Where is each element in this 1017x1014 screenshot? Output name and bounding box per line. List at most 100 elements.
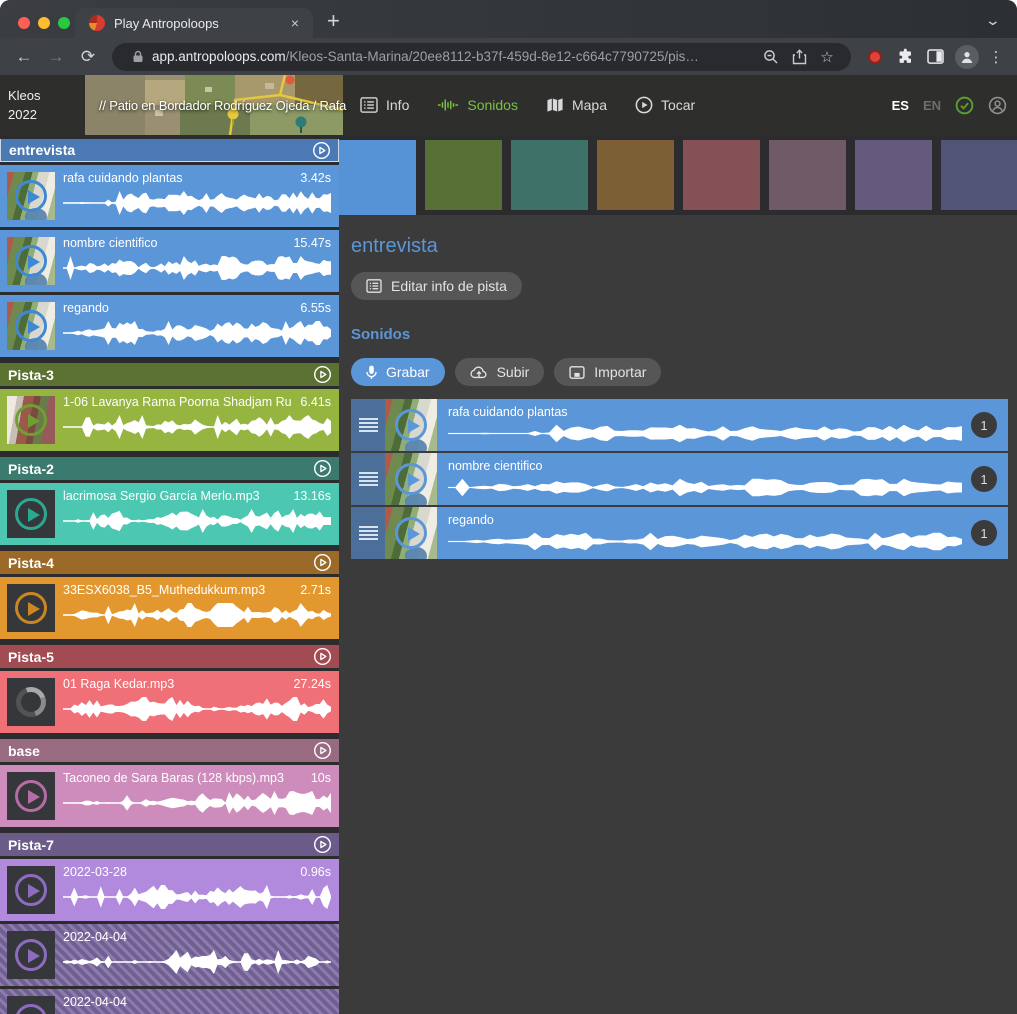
play-icon[interactable] [15,874,47,906]
track-header[interactable]: Pista-7 [0,833,339,856]
profile-avatar-icon[interactable] [955,45,979,69]
play-icon[interactable] [15,245,47,277]
play-icon[interactable] [15,310,47,342]
track-tab[interactable] [769,140,846,210]
audio-clip[interactable]: nombre cientifico15.47s [0,230,339,292]
track-header[interactable]: entrevista [0,139,339,162]
recording-extension-icon[interactable] [868,50,882,64]
play-icon[interactable] [15,780,47,812]
track-tab-entrevista[interactable] [339,140,416,215]
upload-button[interactable]: Subir [455,358,545,386]
play-track-icon[interactable] [313,647,332,666]
audio-clip[interactable]: 33ESX6038_B5_Muthedukkum.mp32.71s [0,577,339,639]
play-track-icon[interactable] [313,365,332,384]
close-window-button[interactable] [18,17,30,29]
audio-clip[interactable]: Taconeo de Sara Baras (128 kbps).mp310s [0,765,339,827]
lang-es[interactable]: ES [892,98,909,113]
account-icon[interactable] [988,96,1007,115]
clip-duration: 0.96s [300,865,331,879]
play-icon[interactable] [15,498,47,530]
audio-clip[interactable]: 01 Raga Kedar.mp327.24s [0,671,339,733]
audio-clip[interactable]: 2022-04-04 [0,924,339,986]
waveform [448,532,962,551]
back-button[interactable]: ← [10,47,38,67]
play-icon[interactable] [15,404,47,436]
nav-sonidos[interactable]: Sonidos [437,97,518,113]
zoom-window-button[interactable] [58,17,70,29]
sound-row[interactable]: nombre cientifico 1 [351,453,1008,505]
lang-en[interactable]: EN [923,98,941,113]
play-icon[interactable] [15,180,47,212]
microphone-icon [366,365,377,380]
minimize-window-button[interactable] [38,17,50,29]
track-header[interactable]: Pista-3 [0,363,339,386]
edit-track-info-button[interactable]: Editar info de pista [351,272,522,300]
side-panel-icon[interactable] [921,47,949,67]
record-button[interactable]: Grabar [351,358,445,386]
main-panel: entrevista Editar info de pista Sonidos … [339,135,1017,1014]
import-button[interactable]: Importar [554,358,661,386]
share-icon[interactable] [785,47,813,67]
drag-handle[interactable] [351,507,385,559]
track-header[interactable]: Pista-2 [0,457,339,480]
play-icon[interactable] [395,517,427,549]
extensions-puzzle-icon[interactable] [891,47,919,67]
track-tab[interactable] [683,140,760,210]
play-icon[interactable] [15,592,47,624]
nav-mapa[interactable]: Mapa [546,97,607,113]
audio-clip[interactable]: 1-06 Lavanya Rama Poorna Shadjam Rupak..… [0,389,339,451]
audio-clip[interactable]: rafa cuidando plantas3.42s [0,165,339,227]
track-tab[interactable] [597,140,674,210]
track-tab[interactable] [511,140,588,210]
bookmark-star-icon[interactable]: ☆ [813,47,841,67]
sound-row[interactable]: rafa cuidando plantas 1 [351,399,1008,451]
track-header[interactable]: Pista-5 [0,645,339,668]
audio-clip[interactable]: lacrimosa Sergio García Merlo.mp313.16s [0,483,339,545]
play-track-icon[interactable] [313,459,332,478]
waveform [63,508,331,534]
nav-tocar[interactable]: Tocar [635,96,695,114]
play-track-icon[interactable] [313,553,332,572]
address-bar[interactable]: app.antropoloops.com/Kleos-Santa-Marina/… [112,43,851,71]
check-circle-icon[interactable] [955,96,974,115]
play-track-icon[interactable] [312,141,331,160]
waveform [448,424,962,443]
nav-info[interactable]: Info [360,97,409,113]
import-icon [569,366,585,379]
play-track-icon[interactable] [313,741,332,760]
track-tab[interactable] [425,140,502,210]
macos-traffic-lights [18,17,70,29]
forward-button[interactable]: → [42,47,70,67]
browser-tab[interactable]: Play Antropoloops × [75,8,313,38]
new-tab-button[interactable]: + [327,8,340,34]
play-icon[interactable] [15,939,47,971]
play-icon[interactable] [395,409,427,441]
browser-menu-icon[interactable]: ⋮ [985,48,1007,66]
audio-clip[interactable]: 2022-04-04 [0,989,339,1014]
track-name: Pista-4 [8,555,54,571]
play-track-icon[interactable] [313,835,332,854]
waveform [63,696,331,722]
tab-search-chevron-icon[interactable]: ⌄ [985,12,1001,29]
audio-clip[interactable]: regando6.55s [0,295,339,357]
sound-name: rafa cuidando plantas [448,405,962,419]
track-tab[interactable] [855,140,932,210]
sound-row[interactable]: regando 1 [351,507,1008,559]
track-header[interactable]: Pista-4 [0,551,339,574]
drag-handle[interactable] [351,399,385,451]
close-tab-icon[interactable]: × [287,13,303,33]
audio-clip[interactable]: 2022-03-280.96s [0,859,339,921]
play-icon[interactable] [395,463,427,495]
track-header[interactable]: base [0,739,339,762]
sound-count-badge: 1 [971,520,997,546]
zoom-out-icon[interactable] [757,47,785,67]
drag-handle[interactable] [351,453,385,505]
play-icon[interactable] [15,1004,47,1014]
clip-duration: 2.71s [300,583,331,597]
track-tab[interactable] [941,140,1017,210]
clip-name: regando [63,301,292,315]
edit-info-icon [366,279,382,293]
reload-button[interactable]: ⟳ [74,47,102,67]
breadcrumb: // Patio en Bordador Rodríguez Ojeda / R… [99,75,343,135]
clip-thumbnail [7,172,55,220]
